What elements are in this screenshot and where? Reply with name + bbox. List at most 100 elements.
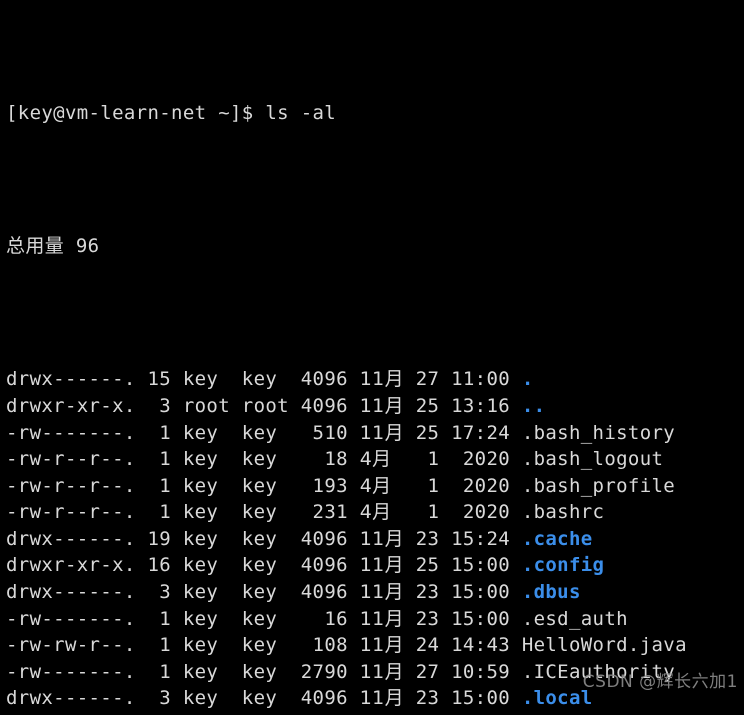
file-size: 4096 bbox=[300, 581, 360, 604]
file-time: 2020 bbox=[451, 474, 522, 497]
file-month: 11月 bbox=[359, 527, 404, 550]
file-owner: key bbox=[182, 474, 242, 497]
file-name: .config bbox=[521, 554, 605, 577]
file-day: 23 bbox=[415, 527, 452, 550]
file-day: 27 bbox=[415, 660, 452, 683]
file-link-count: 1 bbox=[147, 448, 183, 471]
file-permissions: drwx------. bbox=[6, 687, 148, 710]
total-value: 96 bbox=[75, 235, 100, 258]
file-group: key bbox=[241, 368, 301, 391]
file-permissions: drwx------. bbox=[6, 368, 148, 391]
file-permissions: -rw-r--r--. bbox=[6, 501, 148, 524]
file-owner: key bbox=[182, 687, 242, 710]
file-group: key bbox=[241, 634, 301, 657]
file-time: 15:00 bbox=[451, 687, 522, 710]
file-row: drwx------. 19 key key 4096 11月 23 15:24 … bbox=[6, 526, 744, 553]
file-row: -rw-------. 1 key key 16 11月 23 15:00 .es… bbox=[6, 606, 744, 633]
file-time: 13:16 bbox=[451, 394, 522, 417]
file-month: 11月 bbox=[359, 634, 404, 657]
file-group: key bbox=[241, 581, 301, 604]
file-day: 25 bbox=[415, 394, 452, 417]
file-owner: key bbox=[182, 527, 242, 550]
file-link-count: 1 bbox=[147, 634, 183, 657]
file-permissions: drwx------. bbox=[6, 527, 148, 550]
file-month: 11月 bbox=[359, 394, 404, 417]
file-day: 23 bbox=[415, 687, 452, 710]
file-owner: root bbox=[182, 394, 242, 417]
total-space bbox=[64, 235, 76, 257]
file-time: 15:00 bbox=[451, 607, 522, 630]
file-name: .bash_logout bbox=[521, 448, 664, 471]
file-time: 2020 bbox=[451, 501, 522, 524]
file-owner: key bbox=[182, 448, 242, 471]
file-owner: key bbox=[182, 660, 242, 683]
file-month: 11月 bbox=[359, 687, 404, 710]
file-size: 4096 bbox=[300, 527, 360, 550]
file-day: 27 bbox=[415, 368, 452, 391]
file-name: .. bbox=[521, 394, 546, 417]
file-name: HelloWord.java bbox=[521, 634, 687, 657]
command-line: [key@vm-learn-net ~]$ ls -al bbox=[6, 100, 744, 127]
file-link-count: 1 bbox=[147, 421, 183, 444]
file-link-count: 1 bbox=[147, 660, 183, 683]
file-group: key bbox=[241, 448, 301, 471]
file-group: key bbox=[241, 527, 301, 550]
file-owner: key bbox=[182, 368, 242, 391]
file-group: root bbox=[241, 394, 301, 417]
file-month: 11月 bbox=[359, 607, 404, 630]
file-group: key bbox=[241, 660, 301, 683]
file-group: key bbox=[241, 607, 301, 630]
file-time: 14:43 bbox=[451, 634, 522, 657]
file-row: -rw-r--r--. 1 key key 193 4月 1 2020 .bas… bbox=[6, 473, 744, 500]
file-month: 11月 bbox=[359, 368, 404, 391]
file-permissions: -rw-------. bbox=[6, 607, 148, 630]
file-day: 1 bbox=[415, 501, 452, 524]
file-month: 11月 bbox=[359, 554, 404, 577]
file-size: 4096 bbox=[300, 554, 360, 577]
file-size: 231 bbox=[300, 501, 360, 524]
file-owner: key bbox=[182, 634, 242, 657]
file-day: 25 bbox=[415, 421, 452, 444]
file-owner: key bbox=[182, 607, 242, 630]
file-size: 510 bbox=[300, 421, 360, 444]
file-name: .esd_auth bbox=[521, 607, 628, 630]
terminal-window[interactable]: [key@vm-learn-net ~]$ ls -al 总用量 96 drwx… bbox=[0, 0, 744, 715]
terminal-screen[interactable]: [key@vm-learn-net ~]$ ls -al 总用量 96 drwx… bbox=[6, 0, 744, 715]
file-link-count: 1 bbox=[147, 607, 183, 630]
file-row: -rw-r--r--. 1 key key 18 4月 1 2020 .bash… bbox=[6, 446, 744, 473]
file-row: -rw-------. 1 key key 2790 11月 27 10:59 .… bbox=[6, 659, 744, 686]
file-day: 1 bbox=[415, 474, 452, 497]
file-link-count: 15 bbox=[147, 368, 183, 391]
file-row: -rw-r--r--. 1 key key 231 4月 1 2020 .bas… bbox=[6, 499, 744, 526]
file-time: 10:59 bbox=[451, 660, 522, 683]
file-permissions: drwxr-xr-x. bbox=[6, 554, 148, 577]
total-label: 总用量 bbox=[6, 235, 65, 258]
file-time: 15:24 bbox=[451, 527, 522, 550]
file-group: key bbox=[241, 554, 301, 577]
file-time: 15:00 bbox=[451, 554, 522, 577]
file-size: 4096 bbox=[300, 687, 360, 710]
file-link-count: 19 bbox=[147, 527, 183, 550]
file-owner: key bbox=[182, 554, 242, 577]
file-size: 108 bbox=[300, 634, 360, 657]
file-size: 4096 bbox=[300, 368, 360, 391]
file-month: 4月 bbox=[359, 474, 392, 497]
total-line: 总用量 96 bbox=[6, 233, 744, 260]
file-link-count: 1 bbox=[147, 474, 183, 497]
file-group: key bbox=[241, 501, 301, 524]
file-permissions: -rw-------. bbox=[6, 421, 148, 444]
file-link-count: 3 bbox=[147, 581, 183, 604]
file-month: 4月 bbox=[359, 501, 392, 524]
file-permissions: -rw-r--r--. bbox=[6, 474, 148, 497]
file-link-count: 1 bbox=[147, 501, 183, 524]
file-link-count: 3 bbox=[147, 394, 183, 417]
file-size: 18 bbox=[300, 448, 360, 471]
file-name: .bashrc bbox=[521, 501, 605, 524]
file-row: -rw-------. 1 key key 510 11月 25 17:24 .b… bbox=[6, 420, 744, 447]
file-listing: drwx------. 15 key key 4096 11月 27 11:00 … bbox=[6, 366, 744, 715]
file-link-count: 3 bbox=[147, 687, 183, 710]
file-name: . bbox=[521, 368, 534, 391]
file-owner: key bbox=[182, 501, 242, 524]
file-row: drwx------. 15 key key 4096 11月 27 11:00 … bbox=[6, 366, 744, 393]
shell-prompt: [key@vm-learn-net ~]$ bbox=[6, 102, 266, 125]
